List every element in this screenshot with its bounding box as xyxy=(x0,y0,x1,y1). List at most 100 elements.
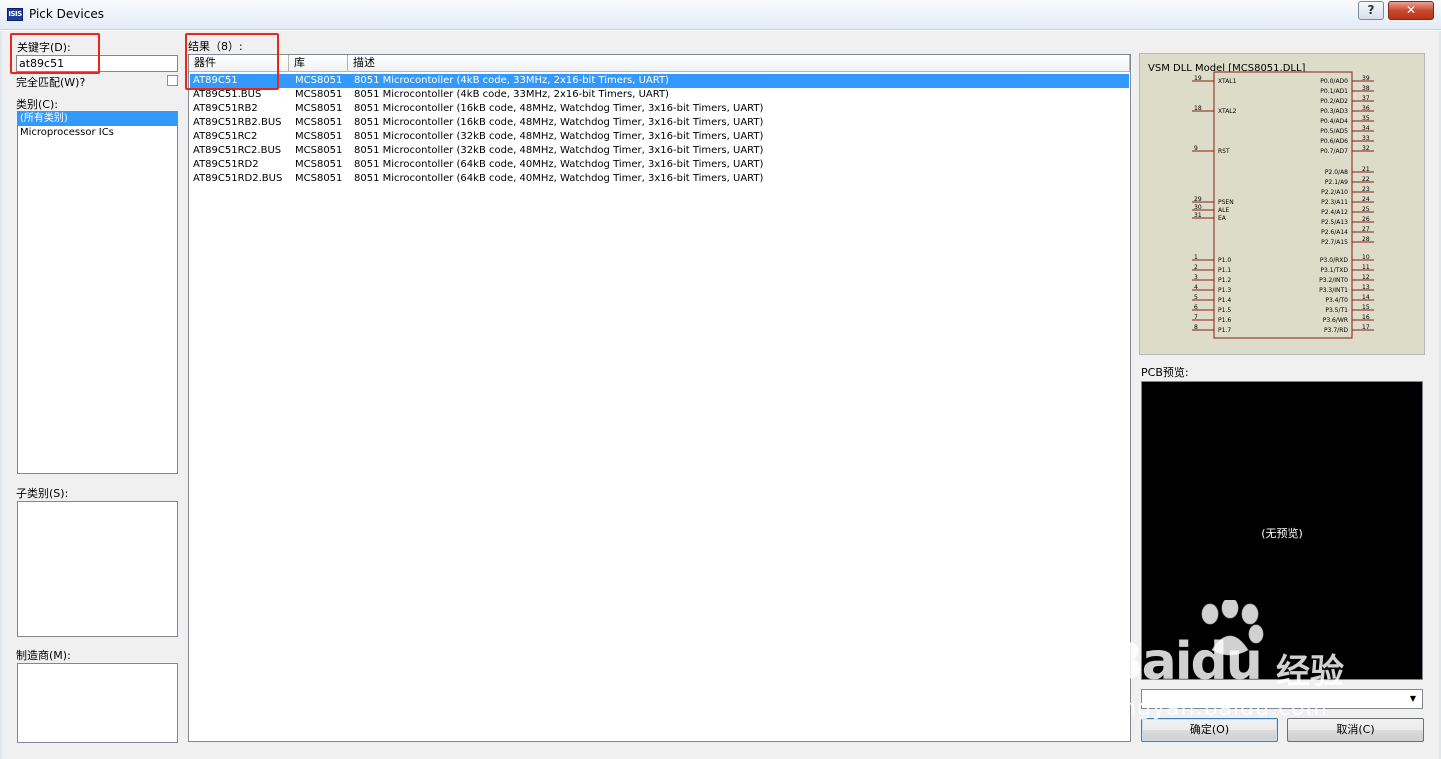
pin-number: 27 xyxy=(1362,226,1370,233)
result-description-cell: 8051 Microcontoller (16kB code, 48MHz, W… xyxy=(354,117,764,128)
pin-number: 28 xyxy=(1362,236,1370,243)
result-library-cell: MCS8051 xyxy=(295,131,343,142)
schematic-preview: VSM DLL Model [MCS8051.DLL] 19 XTAL1 18 XTAL… xyxy=(1139,53,1425,355)
pin-name: P2.2/A10 xyxy=(1321,189,1348,196)
close-button[interactable]: ✕ xyxy=(1388,1,1434,20)
pin-name: P2.3/A11 xyxy=(1321,199,1348,206)
pin-name: P0.5/AD5 xyxy=(1320,128,1348,135)
result-description-cell: 8051 Microcontoller (32kB code, 48MHz, W… xyxy=(354,145,764,156)
subcategory-list[interactable] xyxy=(17,501,178,637)
results-rows: AT89C51 MCS8051 8051 Microcontoller (4kB c… xyxy=(190,74,1129,186)
category-item-all[interactable]: (所有类别) xyxy=(18,112,177,126)
result-library-cell: MCS8051 xyxy=(295,173,343,184)
pin-number: 2 xyxy=(1194,264,1198,271)
pin-number: 15 xyxy=(1362,304,1370,311)
result-device-cell: AT89C51RB2.BUS xyxy=(193,117,282,128)
pin-name: P2.4/A12 xyxy=(1321,209,1348,216)
result-device-cell: AT89C51RC2.BUS xyxy=(193,145,282,156)
pin-name: P2.6/A14 xyxy=(1321,229,1348,236)
result-row[interactable]: AT89C51 MCS8051 8051 Microcontoller (4kB c… xyxy=(190,74,1129,88)
pin-number: 17 xyxy=(1362,324,1370,331)
keyword-highlight-box xyxy=(10,33,100,74)
pin-name: RST xyxy=(1218,148,1230,155)
results-highlight-box xyxy=(185,33,279,90)
pin-number: 22 xyxy=(1362,176,1370,183)
window-title: Pick Devices xyxy=(29,7,104,21)
pin-number: 11 xyxy=(1362,264,1370,271)
pin-number: 7 xyxy=(1194,314,1198,321)
pin-number: 39 xyxy=(1362,75,1370,82)
pin-name: P0.0/AD0 xyxy=(1320,78,1348,85)
pin-name: P1.3 xyxy=(1218,287,1231,294)
pin-name: P0.2/AD2 xyxy=(1320,98,1348,105)
category-label: 类别(C): xyxy=(16,98,58,111)
result-device-cell: AT89C51RD2.BUS xyxy=(193,173,283,184)
result-row[interactable]: AT89C51RD2 MCS8051 8051 Microcontoller (64… xyxy=(190,158,1129,172)
result-row[interactable]: AT89C51RC2.BUS MCS8051 8051 Microcontoller… xyxy=(190,144,1129,158)
pin-number: 19 xyxy=(1194,75,1202,82)
category-list[interactable]: (所有类别) Microprocessor ICs xyxy=(17,111,178,474)
isis-app-icon: ISIS xyxy=(7,8,23,21)
chevron-down-icon[interactable]: ▼ xyxy=(1405,691,1421,707)
help-button[interactable]: ? xyxy=(1358,1,1384,20)
pin-number: 25 xyxy=(1362,206,1370,213)
pin-number: 8 xyxy=(1194,324,1198,331)
pin-name: P2.0/A8 xyxy=(1325,169,1348,176)
pin-name: P3.4/T0 xyxy=(1325,297,1348,304)
pin-name: P1.0 xyxy=(1218,257,1231,264)
pin-number: 5 xyxy=(1194,294,1198,301)
pin-name: P3.6/WR xyxy=(1323,317,1348,324)
category-item-microprocessor[interactable]: Microprocessor ICs xyxy=(18,126,177,140)
exact-match-checkbox[interactable] xyxy=(167,75,178,86)
pin-number: 16 xyxy=(1362,314,1370,321)
result-library-cell: MCS8051 xyxy=(295,89,343,100)
subcategory-label: 子类别(S): xyxy=(16,487,69,500)
pin-name: P0.4/AD4 xyxy=(1320,118,1348,125)
pcb-package-select[interactable]: ▼ xyxy=(1141,689,1423,709)
pin-number: 23 xyxy=(1362,186,1370,193)
cancel-button[interactable]: 取消(C) xyxy=(1287,718,1424,742)
pin-name: PSEN xyxy=(1218,199,1234,206)
pcb-preview-label: PCB预览: xyxy=(1141,366,1189,379)
result-row[interactable]: AT89C51RB2 MCS8051 8051 Microcontoller (16… xyxy=(190,102,1129,116)
pin-name: P2.1/A9 xyxy=(1325,179,1348,186)
pin-number: 38 xyxy=(1362,85,1370,92)
pin-name: P1.2 xyxy=(1218,277,1231,284)
result-description-cell: 8051 Microcontoller (64kB code, 40MHz, W… xyxy=(354,173,764,184)
pin-name: P3.0/RXD xyxy=(1320,257,1348,264)
result-row[interactable]: AT89C51RB2.BUS MCS8051 8051 Microcontoller… xyxy=(190,116,1129,130)
pin-number: 34 xyxy=(1362,125,1370,132)
manufacturer-list[interactable] xyxy=(17,663,178,743)
pin-number: 37 xyxy=(1362,95,1370,102)
pin-name: P0.7/AD7 xyxy=(1320,148,1348,155)
results-table[interactable]: 器件 库 描述 AT89C51 MCS8051 8051 Microcontolle… xyxy=(188,54,1131,742)
pin-number: 36 xyxy=(1362,105,1370,112)
exact-match-label: 完全匹配(W)? xyxy=(16,76,86,89)
pin-name: P0.6/AD6 xyxy=(1320,138,1348,145)
pin-name: P3.1/TXD xyxy=(1320,267,1348,274)
result-device-cell: AT89C51RD2 xyxy=(193,159,259,170)
pin-number: 21 xyxy=(1362,166,1370,173)
pin-number: 30 xyxy=(1194,204,1202,211)
result-row[interactable]: AT89C51RD2.BUS MCS8051 8051 Microcontoller… xyxy=(190,172,1129,186)
pin-name: XTAL2 xyxy=(1218,108,1237,115)
pin-name: P1.1 xyxy=(1218,267,1231,274)
at89c51-schematic-symbol: VSM DLL Model [MCS8051.DLL]19 XTAL118 XTAL… xyxy=(1148,63,1374,339)
result-device-cell: AT89C51RB2 xyxy=(193,103,258,114)
pin-number: 12 xyxy=(1362,274,1370,281)
pin-number: 13 xyxy=(1362,284,1370,291)
result-library-cell: MCS8051 xyxy=(295,145,343,156)
result-row[interactable]: AT89C51RC2 MCS8051 8051 Microcontoller (32… xyxy=(190,130,1129,144)
pin-number: 9 xyxy=(1194,145,1198,152)
column-header-library[interactable]: 库 xyxy=(289,55,348,72)
pin-name: P2.5/A13 xyxy=(1321,219,1348,226)
ok-button[interactable]: 确定(O) xyxy=(1141,718,1278,742)
result-description-cell: 8051 Microcontoller (32kB code, 48MHz, W… xyxy=(354,131,764,142)
column-header-description[interactable]: 描述 xyxy=(348,55,1130,72)
pcb-preview: (无预览) xyxy=(1141,381,1423,680)
pin-number: 32 xyxy=(1362,145,1370,152)
result-row[interactable]: AT89C51.BUS MCS8051 8051 Microcontoller (4… xyxy=(190,88,1129,102)
pin-number: 1 xyxy=(1194,254,1198,261)
pin-name: P3.2/INT0 xyxy=(1319,277,1348,284)
pin-name: P0.1/AD1 xyxy=(1320,88,1348,95)
